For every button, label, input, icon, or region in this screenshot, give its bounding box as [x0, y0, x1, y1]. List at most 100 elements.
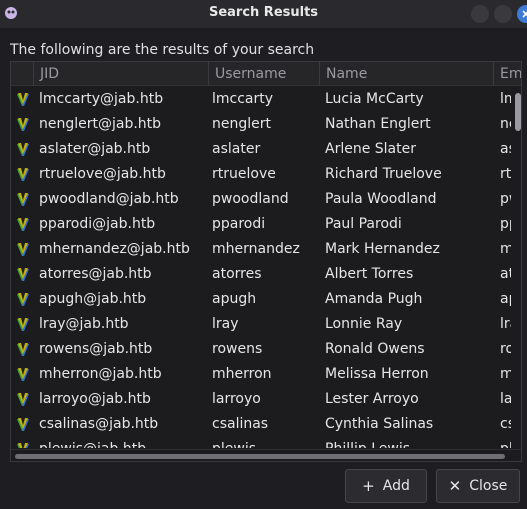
add-button-label: Add — [382, 478, 410, 494]
cell-name: Mark Hernandez — [325, 241, 440, 257]
table-row[interactable]: aslater@jab.htb aslater Arlene Slater as — [11, 137, 511, 162]
cell-username: pwoodland — [212, 191, 289, 207]
spark-icon — [15, 342, 31, 358]
table-row[interactable]: atorres@jab.htb atorres Albert Torres at — [11, 262, 511, 287]
cell-email: pp — [500, 216, 511, 232]
cell-email: la — [500, 391, 511, 407]
table-row[interactable]: pwoodland@jab.htb pwoodland Paula Woodland… — [11, 187, 511, 212]
horizontal-scroll-thumb[interactable] — [15, 454, 505, 459]
cell-email: lm — [500, 91, 511, 107]
cell-username: plewis — [212, 437, 317, 448]
vertical-scroll-thumb[interactable] — [515, 93, 521, 131]
horizontal-scrollbar[interactable] — [11, 449, 521, 461]
cell-name: Arlene Slater — [325, 141, 416, 157]
table-row[interactable]: lmccarty@jab.htb lmccarty Lucia McCarty lm — [11, 87, 511, 112]
cell-email: mh — [500, 237, 511, 262]
cell-jid: pparodi@jab.htb — [39, 216, 156, 232]
plus-icon: + — [362, 476, 375, 495]
cell-name: Richard Truelove — [325, 166, 442, 182]
cell-email: mh — [500, 362, 511, 387]
spark-icon — [15, 192, 31, 208]
minimize-button[interactable] — [471, 5, 489, 23]
spark-icon — [15, 217, 31, 233]
cell-name: Paul Parodi — [325, 216, 402, 232]
cell-jid: atorres@jab.htb — [39, 266, 152, 282]
spark-icon — [15, 442, 31, 448]
table-row[interactable]: rtruelove@jab.htb rtruelove Richard Truelo… — [11, 162, 511, 187]
table-row[interactable]: apugh@jab.htb apugh Amanda Pugh ap — [11, 287, 511, 312]
cell-email: lra — [500, 316, 511, 332]
cell-username: lmccarty — [212, 91, 274, 107]
table-row[interactable]: rowens@jab.htb rowens Ronald Owens ro — [11, 337, 511, 362]
cell-email: pw — [500, 191, 511, 207]
maximize-button[interactable] — [494, 5, 512, 23]
cell-name: Nathan Englert — [325, 116, 431, 132]
cell-name: Albert Torres — [325, 266, 414, 282]
cell-jid: mhernandez@jab.htb — [39, 241, 190, 257]
window-close-button[interactable] — [517, 5, 527, 23]
table-row[interactable]: plewis@jab.htbplewis Phillip Lewispl — [11, 437, 511, 448]
cell-jid: csalinas@jab.htb — [39, 416, 159, 432]
spark-icon — [15, 392, 31, 408]
cell-jid: lray@jab.htb — [39, 316, 129, 332]
cell-jid: lmccarty@jab.htb — [39, 91, 164, 107]
cell-username: mherron — [212, 366, 272, 382]
spark-icon — [15, 242, 31, 258]
close-button[interactable]: ✕ Close — [436, 469, 520, 503]
table-row[interactable]: mhernandez@jab.htb mhernandez Mark Hernand… — [11, 237, 511, 262]
cell-email: at — [500, 266, 511, 282]
spark-icon — [15, 417, 31, 433]
header-name[interactable]: Name — [319, 62, 493, 86]
table-body: lmccarty@jab.htb lmccarty Lucia McCarty lm n… — [11, 87, 511, 448]
cell-jid: mherron@jab.htb — [39, 366, 162, 382]
title-bar: Search Results — [0, 0, 527, 28]
cell-name: Lonnie Ray — [325, 316, 403, 332]
cell-email: cs — [500, 416, 511, 432]
table-row[interactable]: nenglert@jab.htb nenglert Nathan Englert ne — [11, 112, 511, 137]
vertical-scrollbar[interactable] — [512, 87, 521, 448]
cell-name: Melissa Herron — [325, 366, 429, 382]
table-row[interactable]: csalinas@jab.htb csalinas Cynthia Salinas c… — [11, 412, 511, 437]
cell-username: rowens — [212, 341, 263, 357]
close-button-label: Close — [469, 478, 508, 494]
cell-name: Ronald Owens — [325, 341, 425, 357]
cell-username: apugh — [212, 291, 257, 307]
spark-icon — [15, 167, 31, 183]
cell-jid: apugh@jab.htb — [39, 291, 147, 307]
table-row[interactable]: mherron@jab.htb mherron Melissa Herron mh — [11, 362, 511, 387]
cell-username: mhernandez — [212, 241, 300, 257]
table-row[interactable]: lray@jab.htb lray Lonnie Ray lra — [11, 312, 511, 337]
spark-icon — [15, 142, 31, 158]
cell-jid: plewis@jab.htb — [39, 437, 209, 448]
spark-icon — [15, 367, 31, 383]
cell-username: rtruelove — [212, 166, 276, 182]
header-username[interactable]: Username — [208, 62, 319, 86]
cell-name: Amanda Pugh — [325, 291, 423, 307]
cell-username: aslater — [212, 141, 261, 157]
cell-jid: nenglert@jab.htb — [39, 116, 162, 132]
cell-name: Cynthia Salinas — [325, 416, 434, 432]
spark-icon — [15, 92, 31, 108]
cell-username: nenglert — [212, 116, 271, 132]
results-table: JID Username Name Em lmccarty@jab.htb lmc… — [10, 61, 522, 462]
cell-username: pparodi — [212, 216, 266, 232]
cell-email: ro — [500, 341, 511, 357]
spark-icon — [15, 267, 31, 283]
cell-username: csalinas — [212, 416, 269, 432]
cell-jid: aslater@jab.htb — [39, 141, 151, 157]
cell-username: larroyo — [212, 391, 261, 407]
table-row[interactable]: larroyo@jab.htb larroyo Lester Arroyo la — [11, 387, 511, 412]
cell-email: rtr — [500, 166, 511, 182]
table-row[interactable]: pparodi@jab.htb pparodi Paul Parodi pp — [11, 212, 511, 237]
add-button[interactable]: + Add — [345, 469, 427, 503]
spark-icon — [15, 292, 31, 308]
table-header: JID Username Name Em — [11, 62, 521, 86]
header-icon-column[interactable] — [11, 62, 33, 86]
spark-icon — [15, 117, 31, 133]
close-icon — [522, 10, 527, 18]
results-description: The following are the results of your se… — [10, 42, 315, 58]
cell-name: Lucia McCarty — [325, 91, 424, 107]
header-jid[interactable]: JID — [33, 62, 208, 86]
header-email[interactable]: Em — [493, 62, 521, 86]
spark-icon — [15, 317, 31, 333]
